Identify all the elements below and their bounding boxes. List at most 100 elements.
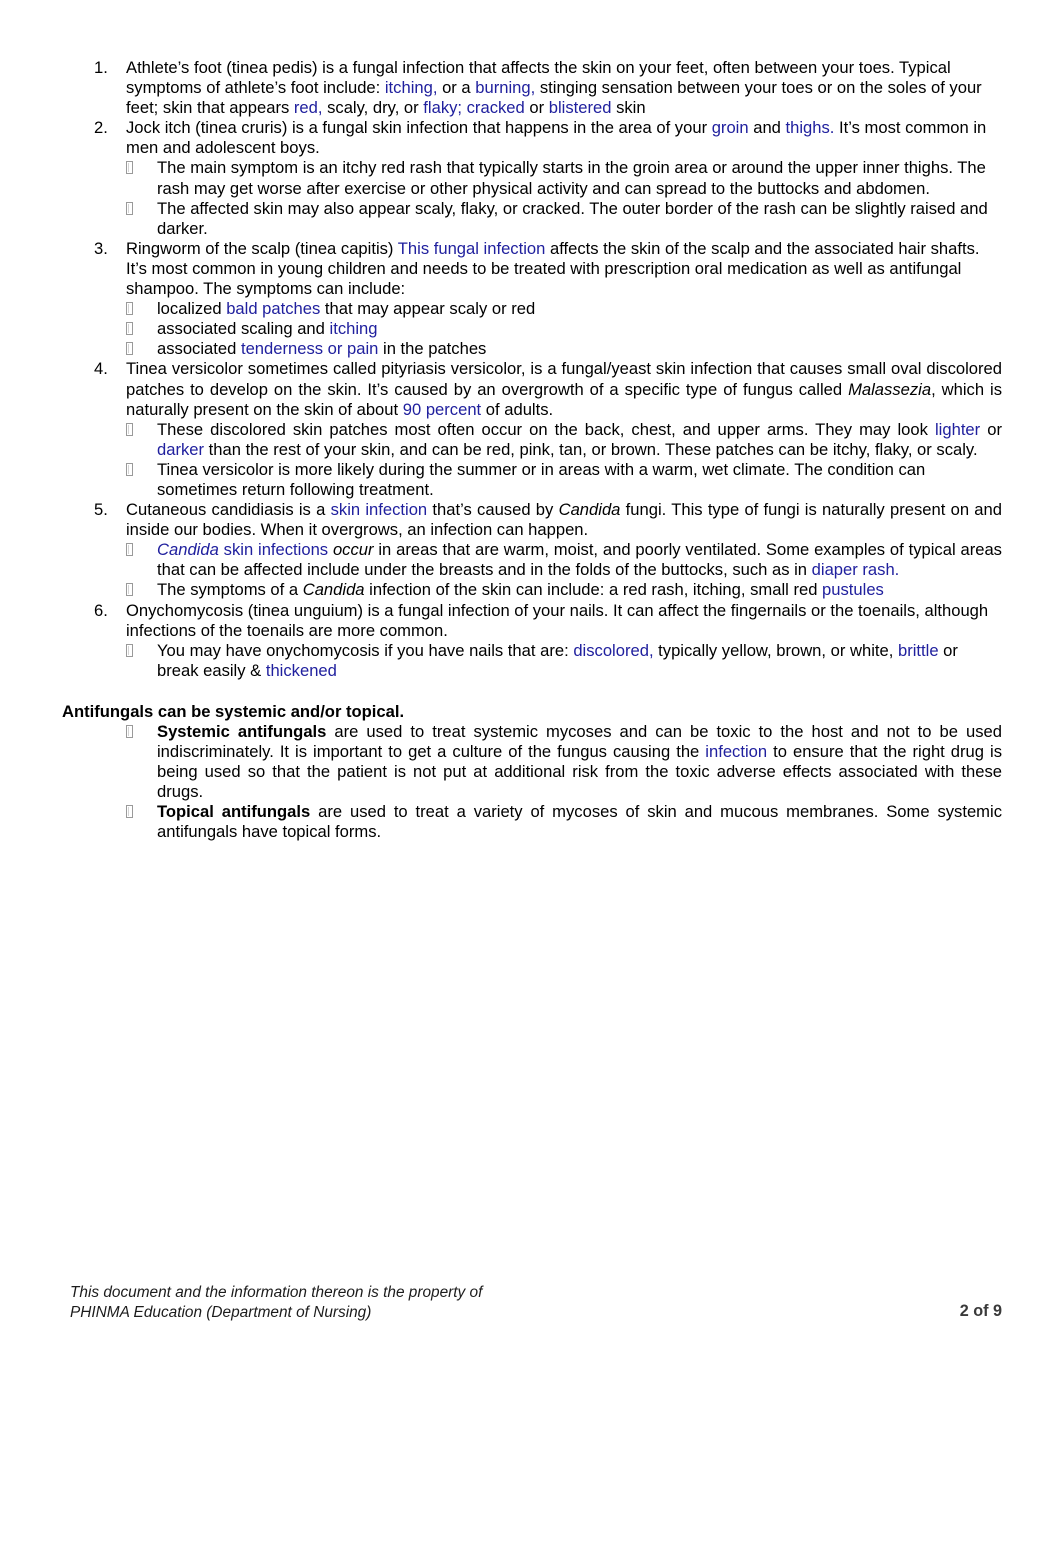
item0-run-6: scaly, dry, or: [322, 98, 424, 118]
item0-run-10: skin: [611, 98, 646, 118]
item1-run-3[interactable]: thighs.: [786, 118, 835, 137]
list-item: 5. Cutaneous candidiasis is a skin infect…: [62, 500, 1002, 600]
antifungals-list: Systemic antifungals are used to treat s…: [62, 722, 1002, 843]
sub-bullet-marker: [126, 299, 148, 319]
footer-line-2: PHINMA Education (Department of Nursing): [70, 1303, 372, 1321]
sub-bullet-marker: [126, 580, 148, 600]
sub-list: You may have onychomycosis if you have n…: [126, 641, 1002, 681]
sub-bullet-marker: [126, 158, 148, 178]
footer-property-notice: This document and the information thereo…: [70, 1283, 770, 1322]
footer-line-1: This document and the information thereo…: [70, 1284, 483, 1301]
item2-sub2-run-1[interactable]: tenderness or pain: [241, 339, 378, 358]
item4-sub0-run-1[interactable]: skin infections: [219, 540, 328, 559]
sub-bullet-marker: [126, 641, 148, 661]
item3-sub0-run-1[interactable]: lighter: [935, 420, 980, 439]
bullet-box-icon: [126, 805, 133, 819]
item1-sub1-run-0: The affected skin may also appear scaly,…: [157, 198, 988, 238]
item0-run-7[interactable]: flaky; cracked: [423, 98, 524, 117]
list-item-text: Onychomycosis (tinea unguium) is a funga…: [126, 601, 1002, 641]
item0-run-9[interactable]: blistered: [549, 98, 612, 117]
fungal-infections-list: 1. Athlete’s foot (tinea pedis) is a fung…: [62, 58, 1002, 681]
item0-run-2: or a: [437, 78, 476, 98]
item1-run-2: and: [748, 118, 786, 138]
item4-sub0-run-3: occur: [332, 540, 374, 560]
sub-bullet-marker: [126, 199, 148, 219]
document-body: 1. Athlete’s foot (tinea pedis) is a fung…: [62, 58, 1002, 843]
document-page: 1. Athlete’s foot (tinea pedis) is a fung…: [0, 0, 1062, 1556]
sub-list: Candida skin infections occur in areas t…: [126, 540, 1002, 600]
list-item-number: 2.: [94, 118, 108, 138]
sub-list-item: These discolored skin patches most often…: [126, 420, 1002, 460]
sub-list: These discolored skin patches most often…: [126, 420, 1002, 500]
item0-run-1[interactable]: itching,: [385, 78, 438, 97]
antifungal-bullet-marker: [126, 722, 148, 742]
item4-run-3: Candida: [558, 500, 621, 520]
sub-bullet-marker: [126, 460, 148, 480]
bullet-box-icon: [126, 161, 133, 175]
bullet-box-icon: [126, 583, 133, 597]
sub-list-item-text: Tinea versicolor is more likely during t…: [157, 460, 1002, 500]
sub-list: localized bald patches that may appear s…: [126, 299, 1002, 359]
list-item-text: Cutaneous candidiasis is a skin infectio…: [126, 500, 1002, 540]
antifungal-list-item-text: Topical antifungals are used to treat a …: [157, 802, 1002, 842]
item4-sub0-run-0[interactable]: Candida: [157, 540, 219, 559]
antifungal-list-item-text: Systemic antifungals are used to treat s…: [157, 722, 1002, 802]
item0-run-5[interactable]: red,: [294, 98, 323, 117]
list-item: 2. Jock itch (tinea cruris) is a fungal s…: [62, 118, 1002, 239]
item0-run-8: or: [524, 98, 549, 118]
sub-list-item: associated tenderness or pain in the pat…: [126, 339, 1002, 359]
item4-run-1[interactable]: skin infection: [331, 500, 428, 519]
item4-run-2: that’s caused by: [427, 500, 559, 520]
list-item-text: Ringworm of the scalp (tinea capitis) Th…: [126, 239, 1002, 299]
item0-run-3[interactable]: burning,: [475, 78, 535, 97]
antifungal-list-item: Systemic antifungals are used to treat s…: [126, 722, 1002, 802]
list-item-number: 3.: [94, 238, 108, 258]
sub-list-item: The main symptom is an itchy red rash th…: [126, 158, 1002, 198]
list-item-text: Jock itch (tinea cruris) is a fungal ski…: [126, 118, 1002, 158]
antifungal1-run-0: Topical antifungals: [157, 802, 311, 822]
list-item: 6. Onychomycosis (tinea unguium) is a fun…: [62, 601, 1002, 681]
list-item: 3. Ringworm of the scalp (tinea capitis) …: [62, 239, 1002, 360]
item3-run-3[interactable]: 90 percent: [403, 400, 481, 419]
item2-sub1-run-1[interactable]: itching: [330, 319, 378, 338]
bullet-box-icon: [126, 643, 133, 657]
list-item-number: 1.: [94, 58, 108, 77]
item2-sub0-run-2: that may appear scaly or red: [320, 299, 536, 319]
item3-sub1-run-0: Tinea versicolor is more likely during t…: [157, 459, 926, 499]
antifungal0-run-2[interactable]: infection: [705, 742, 767, 761]
sub-list-item-text: localized bald patches that may appear s…: [157, 299, 1002, 319]
antifungals-heading: Antifungals can be systemic and/or topic…: [62, 701, 405, 721]
sub-list-item: localized bald patches that may appear s…: [126, 299, 1002, 319]
sub-list-item-text: These discolored skin patches most often…: [157, 420, 1002, 460]
sub-list-item-text: The affected skin may also appear scaly,…: [157, 199, 1002, 239]
item2-run-1[interactable]: This fungal infection: [398, 239, 546, 258]
item4-sub1-run-3[interactable]: pustules: [822, 580, 884, 599]
page-number: 2 of 9: [959, 1302, 1002, 1320]
list-item-number: 4.: [94, 359, 108, 379]
bullet-box-icon: [126, 322, 133, 336]
item3-sub0-run-4: than the rest of your skin, and can be r…: [204, 439, 978, 459]
sub-list-item: The affected skin may also appear scaly,…: [126, 199, 1002, 239]
sub-list-item-text: associated scaling and itching: [157, 319, 1002, 339]
sub-bullet-marker: [126, 420, 148, 440]
item3-sub0-run-3[interactable]: darker: [157, 440, 204, 459]
item1-run-1[interactable]: groin: [712, 118, 749, 137]
item4-sub1-run-0: The symptoms of a: [157, 580, 303, 600]
item5-sub0-run-5[interactable]: thickened: [266, 661, 337, 680]
bullet-box-icon: [126, 462, 133, 476]
sub-list: The main symptom is an itchy red rash th…: [126, 158, 1002, 238]
item5-sub0-run-3[interactable]: brittle: [898, 641, 939, 660]
page-footer: This document and the information thereo…: [70, 1283, 1002, 1322]
antifungal-list-item: Topical antifungals are used to treat a …: [126, 802, 1002, 842]
bullet-box-icon: [126, 725, 133, 738]
item5-sub0-run-1[interactable]: discolored,: [573, 641, 653, 660]
item4-sub0-run-5[interactable]: diaper rash.: [812, 560, 900, 579]
item2-sub1-run-0: associated scaling and: [157, 319, 330, 339]
sub-list-item: associated scaling and itching: [126, 319, 1002, 339]
item3-run-4: of adults.: [481, 399, 554, 419]
item2-sub0-run-1[interactable]: bald patches: [226, 299, 320, 318]
item5-sub0-run-0: You may have onychomycosis if you have n…: [157, 640, 574, 660]
antifungal0-run-0: Systemic antifungals: [157, 722, 327, 741]
sub-list-item-text: The main symptom is an itchy red rash th…: [157, 158, 1002, 198]
list-item: 4. Tinea versicolor sometimes called pity…: [62, 359, 1002, 500]
